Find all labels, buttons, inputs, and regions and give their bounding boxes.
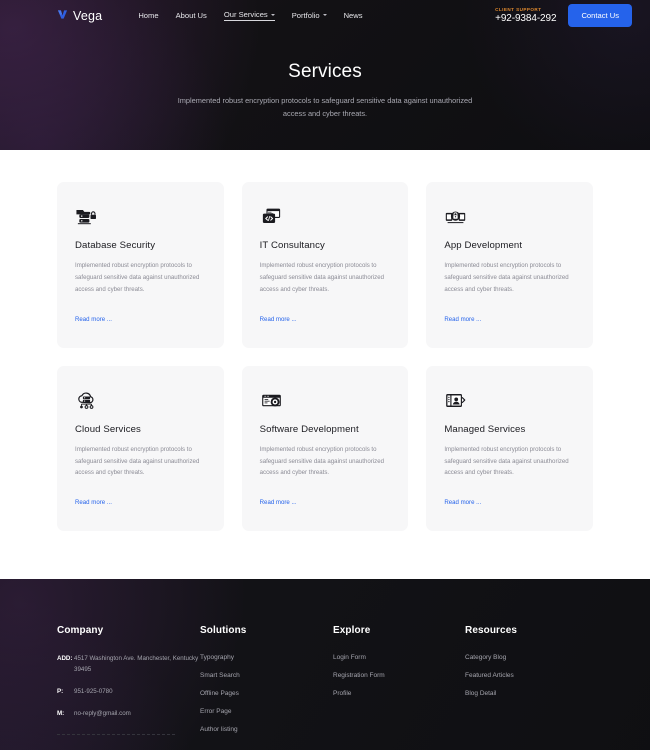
footer-heading-explore: Explore — [333, 625, 371, 637]
nav-links: Home About Us Our Services Portfolio New… — [138, 10, 363, 21]
hero-section: Vega Home About Us Our Services Portfoli… — [0, 0, 650, 150]
service-card-title: IT Consultancy — [259, 240, 325, 251]
database-server-lock-icon — [75, 202, 206, 228]
footer-link-category-blog[interactable]: Category Blog — [465, 654, 600, 661]
address-label: ADD: — [57, 655, 73, 663]
footer-columns: Company ADD: 4517 Washington Ave. Manche… — [57, 625, 600, 750]
footer-column-company: Company ADD: 4517 Washington Ave. Manche… — [57, 625, 200, 750]
brand-logo[interactable]: Vega — [57, 7, 102, 25]
nav-link-label: Our Services — [223, 10, 268, 19]
service-card-title: App Development — [444, 240, 523, 251]
footer-link-profile[interactable]: Profile — [333, 690, 465, 697]
read-more-link[interactable]: Read more ... — [444, 316, 481, 323]
page-root: Vega Home About Us Our Services Portfoli… — [0, 0, 650, 750]
client-support-block: CLIENT SUPPORT +92-9384-292 — [495, 7, 556, 24]
nav-link-label: News — [343, 10, 363, 20]
brand-name: Vega — [73, 8, 103, 23]
nav-link-news[interactable]: News — [344, 11, 363, 21]
client-support-phone[interactable]: +92-9384-292 — [495, 13, 556, 24]
read-more-link[interactable]: Read more ... — [75, 499, 112, 506]
cloud-server-icon — [75, 386, 206, 412]
service-card-title: Database Security — [75, 240, 156, 251]
read-more-link[interactable]: Read more ... — [260, 499, 297, 506]
nav-link-label: About Us — [175, 10, 207, 20]
page-title: Services — [288, 61, 362, 82]
read-more-link[interactable]: Read more ... — [75, 316, 112, 323]
service-card-description: Implemented robust encryption protocols … — [75, 445, 200, 477]
footer-mail-row: M: no-reply@gmail.com — [57, 709, 200, 720]
footer-link-offline-pages[interactable]: Offline Pages — [200, 690, 333, 697]
service-card-managed-services[interactable]: Managed Services Implemented robust encr… — [426, 365, 593, 532]
footer-heading-resources: Resources — [465, 625, 518, 637]
nav-right-group: CLIENT SUPPORT +92-9384-292 Contact Us — [495, 4, 632, 27]
footer-heading-company: Company — [57, 625, 104, 637]
footer-column-explore: Explore Login Form Registration Form Pro… — [333, 625, 465, 750]
hero-body: Services Implemented robust encryption p… — [0, 61, 650, 121]
service-card-app-development[interactable]: App Development Implemented robust encry… — [426, 182, 593, 348]
chevron-down-icon — [322, 14, 327, 16]
footer-address-row: ADD: 4517 Washington Ave. Manchester, Ke… — [57, 654, 200, 676]
client-support-label: CLIENT SUPPORT — [495, 7, 542, 12]
footer-divider — [57, 733, 175, 735]
mobile-app-lock-icon — [444, 202, 575, 228]
browser-settings-icon — [260, 386, 391, 412]
footer-link-author-listing[interactable]: Author listing — [200, 726, 333, 733]
nav-link-label: Home — [138, 10, 159, 20]
services-grid: Database Security Implemented robust enc… — [57, 182, 593, 532]
code-window-icon — [260, 202, 391, 228]
mail-value[interactable]: no-reply@gmail.com — [74, 709, 131, 720]
top-navigation-bar: Vega Home About Us Our Services Portfoli… — [0, 0, 650, 31]
nav-link-portfolio[interactable]: Portfolio — [292, 11, 327, 21]
footer-column-solutions: Solutions Typography Smart Search Offlin… — [200, 625, 333, 750]
footer-link-error-page[interactable]: Error Page — [200, 708, 333, 715]
address-value: 4517 Washington Ave. Manchester, Kentuck… — [74, 655, 199, 674]
footer-heading-solutions: Solutions — [200, 625, 247, 637]
contact-us-button[interactable]: Contact Us — [568, 4, 632, 27]
footer-phone-row: P: 951-925-0780 — [57, 687, 200, 698]
footer-link-typography[interactable]: Typography — [200, 654, 333, 661]
service-card-title: Managed Services — [444, 423, 526, 435]
site-footer: Company ADD: 4517 Washington Ave. Manche… — [0, 579, 650, 750]
read-more-link[interactable]: Read more ... — [444, 499, 481, 506]
footer-link-registration-form[interactable]: Registration Form — [333, 672, 465, 679]
service-card-description: Implemented robust encryption protocols … — [444, 445, 569, 477]
services-section: Database Security Implemented robust enc… — [0, 150, 650, 580]
footer-link-featured-articles[interactable]: Featured Articles — [465, 672, 600, 679]
nav-link-about-us[interactable]: About Us — [176, 11, 207, 21]
footer-link-blog-detail[interactable]: Blog Detail — [465, 690, 600, 697]
phone-value[interactable]: 951-925-0780 — [74, 687, 113, 698]
nav-link-home[interactable]: Home — [138, 11, 158, 21]
service-card-it-consultancy[interactable]: IT Consultancy Implemented robust encryp… — [241, 182, 409, 348]
vega-v-logo-icon — [57, 7, 68, 25]
service-card-title: Cloud Services — [75, 423, 141, 435]
footer-link-login-form[interactable]: Login Form — [333, 654, 465, 661]
nav-link-our-services[interactable]: Our Services — [223, 10, 275, 21]
footer-link-smart-search[interactable]: Smart Search — [200, 672, 333, 679]
footer-column-resources: Resources Category Blog Featured Article… — [465, 625, 600, 750]
read-more-link[interactable]: Read more ... — [260, 316, 297, 323]
service-card-description: Implemented robust encryption protocols … — [75, 262, 200, 293]
chevron-down-icon — [270, 13, 275, 16]
phone-label: P: — [57, 687, 64, 695]
nav-link-label: Portfolio — [291, 10, 320, 20]
service-card-description: Implemented robust encryption protocols … — [444, 262, 569, 293]
service-card-title: Software Development — [259, 423, 359, 435]
server-rack-user-icon — [444, 386, 575, 412]
service-card-description: Implemented robust encryption protocols … — [259, 262, 384, 293]
mail-label: M: — [57, 709, 65, 717]
hero-subtitle: Implemented robust encryption protocols … — [177, 96, 473, 118]
service-card-software-development[interactable]: Software Development Implemented robust … — [241, 365, 409, 532]
service-card-description: Implemented robust encryption protocols … — [259, 445, 384, 477]
service-card-database-security[interactable]: Database Security Implemented robust enc… — [57, 182, 224, 348]
service-card-cloud-services[interactable]: Cloud Services Implemented robust encryp… — [57, 365, 224, 532]
